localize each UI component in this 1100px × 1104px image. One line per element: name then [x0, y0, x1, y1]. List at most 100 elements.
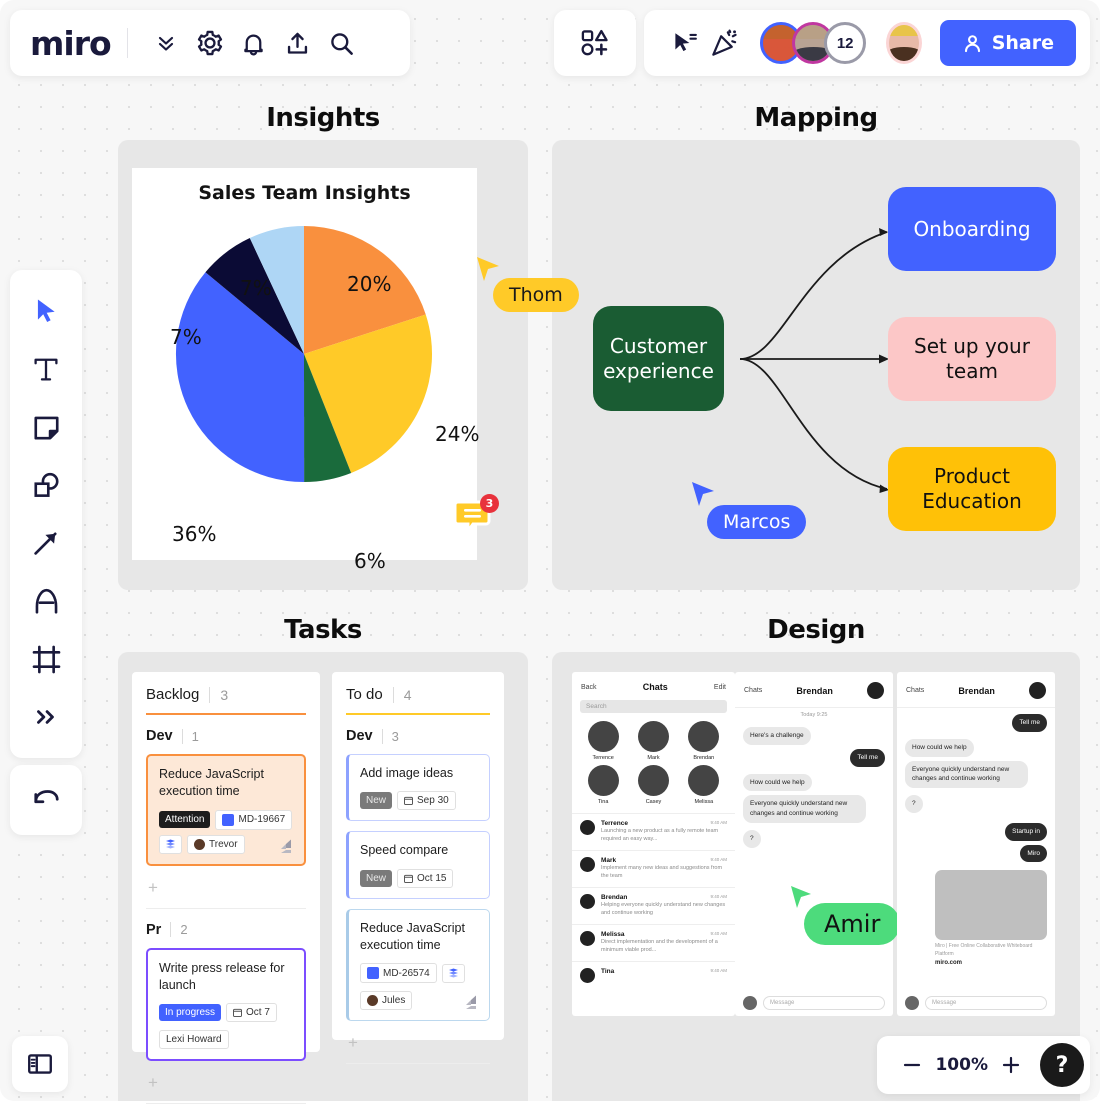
task-chip-status[interactable]: New	[360, 869, 393, 887]
mock-link-preview[interactable]: Miro | Free Online Collaborative Whitebo…	[905, 870, 1047, 966]
mock-back-button[interactable]: Back	[581, 684, 597, 691]
top-toolbar-templates[interactable]	[554, 10, 636, 76]
mindmap-root-node[interactable]: Customer experience	[593, 306, 724, 411]
mock-thread-row[interactable]: Terrence 9:40 AM Launching a new product a…	[572, 813, 735, 850]
task-chip-assignee[interactable]: Trevor	[187, 834, 245, 854]
calendar-icon	[404, 874, 413, 883]
mock-search-input[interactable]: Search	[580, 700, 727, 713]
avatar[interactable]	[587, 765, 619, 796]
link-preview-url[interactable]: miro.com	[935, 960, 1047, 966]
avatar[interactable]	[1029, 682, 1046, 699]
cursor-select-icon[interactable]	[666, 21, 702, 65]
party-popper-icon[interactable]	[706, 21, 742, 65]
mock-thread-row[interactable]: Melissa 9:40 AM Direct implementation and …	[572, 923, 735, 961]
mock-thread-row[interactable]: Tina 9:40 AM	[572, 960, 735, 989]
task-card[interactable]: Write press release for launch In progre…	[146, 947, 306, 1061]
avatar-current-user[interactable]	[886, 22, 922, 64]
task-chip-due-date[interactable]: Sep 30	[397, 791, 456, 811]
pie-chart-card[interactable]: Sales Team Insights 20% 24% 6% 36% 7% 7%	[132, 168, 479, 573]
mock-edit-button[interactable]: Edit	[714, 684, 726, 691]
shapes-tool[interactable]	[17, 456, 75, 514]
task-chip-status[interactable]: In progress	[159, 1004, 222, 1021]
task-chip-jira-key[interactable]: MD-26574	[360, 963, 437, 983]
mock-thread-row[interactable]: Brendan 9:40 AM Helping everyone quickly u…	[572, 886, 735, 924]
zoom-level[interactable]: 100%	[935, 1055, 988, 1075]
avatar[interactable]	[587, 721, 619, 752]
frame-title-insights: Insights	[266, 103, 380, 133]
design-mockup-chats-list[interactable]: Back Chats Edit Search Terrence Mark Bre…	[572, 672, 735, 1016]
mock-daystamp: Today 9:25	[800, 712, 828, 718]
kanban-group-title: Pr	[146, 921, 162, 938]
avatar[interactable]	[637, 765, 669, 796]
collaborator-avatars[interactable]: 12	[760, 22, 867, 64]
sticky-note-tool[interactable]	[17, 398, 75, 456]
kanban-column-todo[interactable]: To do 4 Dev 3 Add image ideas New Sep 30…	[332, 672, 504, 1064]
jira-icon	[367, 967, 379, 979]
avatar	[580, 967, 595, 983]
mock-message-input[interactable]: Message	[925, 996, 1047, 1010]
comment-badge[interactable]: 3	[453, 494, 499, 539]
chat-bubble: Here's a challenge	[743, 727, 811, 745]
shapes-plus-icon[interactable]	[573, 21, 617, 65]
add-card-button[interactable]: +	[146, 876, 306, 908]
avatar	[580, 820, 595, 835]
kanban-column-backlog[interactable]: Backlog 3 Dev 1 Reduce JavaScript execut…	[132, 672, 320, 1104]
design-mockup-chat-brendan[interactable]: Chats Brendan Today 9:25 Here's a challe…	[735, 672, 893, 1016]
mock-back-button[interactable]: Chats	[744, 687, 762, 694]
bell-icon[interactable]	[232, 21, 276, 65]
upload-icon[interactable]	[276, 21, 320, 65]
avatar-count[interactable]: 12	[824, 22, 867, 64]
task-card[interactable]: Reduce JavaScript execution time MD-2657…	[346, 908, 490, 1021]
chat-bubble: Everyone quickly understand new changes …	[743, 795, 867, 823]
design-mockup-chat-link[interactable]: Chats Brendan Tell me How could we help …	[897, 672, 1055, 1016]
task-chip-assignee[interactable]: Jules	[360, 991, 413, 1010]
task-chip-status[interactable]: Attention	[159, 811, 211, 828]
cursor-pointer-thom	[477, 257, 499, 281]
task-card[interactable]: Add image ideas New Sep 30	[346, 754, 490, 822]
mindmap-node-label-1: Set up your team	[914, 334, 1030, 383]
mindmap-node-onboarding[interactable]: Onboarding	[888, 187, 1056, 271]
share-button[interactable]: Share	[939, 20, 1077, 66]
select-tool[interactable]	[17, 282, 75, 340]
task-chip-jira-badge[interactable]	[441, 963, 465, 983]
task-chip-due-date[interactable]: Oct 15	[397, 868, 454, 888]
task-chip-assignee[interactable]: Lexi Howard	[159, 1030, 229, 1049]
open-panel-icon[interactable]	[12, 1036, 68, 1092]
task-chip-status[interactable]: New	[360, 792, 393, 810]
mock-thread-row[interactable]: Mark 9:40 AM Implement many new ideas and …	[572, 849, 735, 887]
mindmap-node-setup-team[interactable]: Set up your team	[888, 317, 1056, 401]
miro-logo[interactable]: miro	[30, 24, 112, 63]
jira-stack-icon	[448, 968, 458, 977]
kanban-group-count: 1	[181, 728, 199, 744]
task-card[interactable]: Speed compare New Oct 15	[346, 831, 490, 899]
zoom-in-button[interactable]	[994, 1048, 1028, 1082]
more-tools[interactable]	[17, 688, 75, 746]
search-icon[interactable]	[320, 21, 364, 65]
mindmap-node-product-education[interactable]: Product Education	[888, 447, 1056, 531]
share-button-label: Share	[991, 32, 1055, 54]
add-card-button[interactable]: +	[146, 1071, 306, 1103]
text-tool[interactable]	[17, 340, 75, 398]
avatar[interactable]	[637, 721, 669, 752]
arrow-tool[interactable]	[17, 514, 75, 572]
task-chip-jira-badge[interactable]	[159, 834, 182, 854]
zoom-out-button[interactable]	[895, 1048, 929, 1082]
mock-message-input[interactable]: Message	[763, 996, 885, 1010]
gear-icon[interactable]	[188, 21, 232, 65]
task-chip-jira-key[interactable]: MD-19667	[215, 809, 293, 830]
task-card-title: Reduce JavaScript execution time	[159, 767, 264, 799]
frame-tool[interactable]	[17, 630, 75, 688]
chevrons-down-icon[interactable]	[144, 21, 188, 65]
chat-bubble: How could we help	[905, 738, 974, 757]
avatar[interactable]	[867, 682, 884, 699]
pen-tool[interactable]	[17, 572, 75, 630]
mock-person: Tina	[580, 765, 626, 805]
help-button[interactable]: ?	[1040, 1043, 1084, 1087]
add-card-button[interactable]: +	[346, 1031, 490, 1063]
task-card[interactable]: Reduce JavaScript execution time Attenti…	[146, 754, 306, 866]
avatar[interactable]	[688, 721, 720, 752]
undo-button[interactable]	[10, 765, 82, 835]
task-chip-due-date[interactable]: Oct 7	[226, 1003, 277, 1022]
avatar[interactable]	[688, 765, 720, 796]
mock-back-button[interactable]: Chats	[906, 687, 924, 694]
